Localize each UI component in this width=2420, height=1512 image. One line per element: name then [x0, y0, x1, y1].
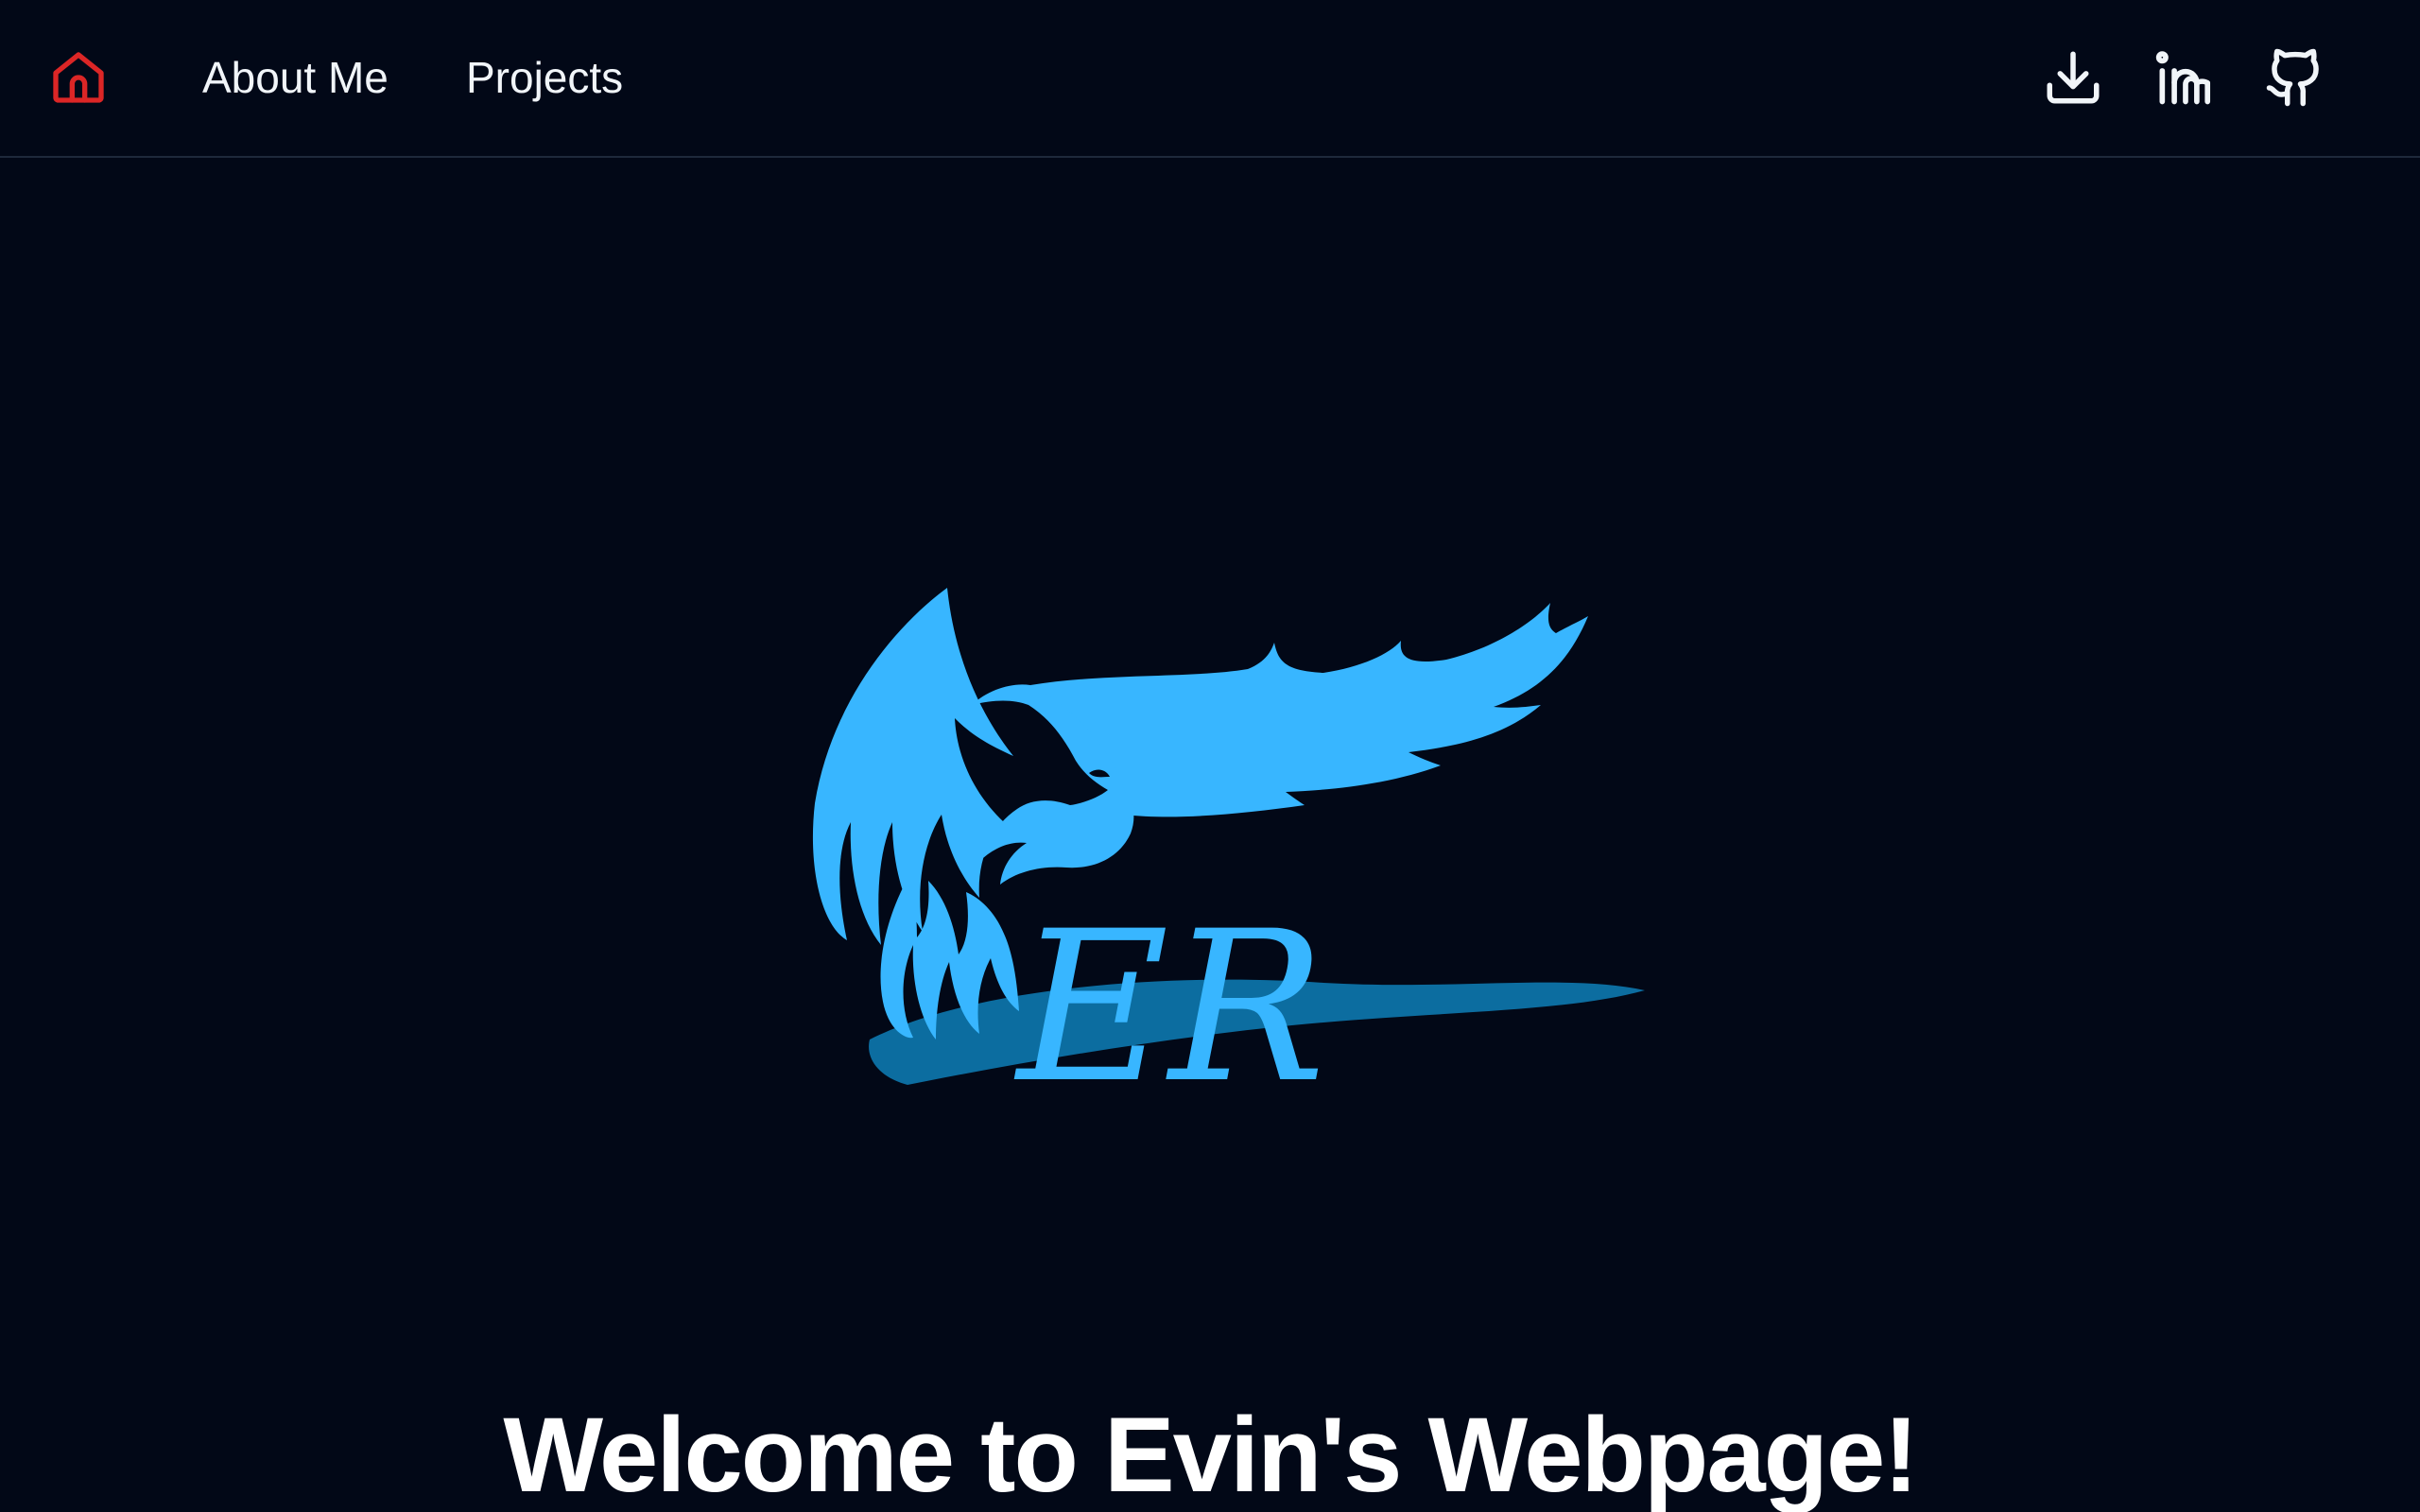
nav-link-projects[interactable]: Projects — [466, 49, 623, 106]
logo-monogram: ER — [1013, 886, 1325, 1115]
page-title: Welcome to Evin's Webpage! — [503, 1396, 1918, 1512]
linkedin-icon — [2155, 51, 2211, 105]
nav-link-about-me[interactable]: About Me — [202, 49, 389, 106]
navbar: About Me Projects — [0, 0, 2420, 158]
download-resume-button[interactable] — [2037, 42, 2109, 113]
home-button[interactable] — [43, 43, 113, 112]
linkedin-button[interactable] — [2148, 42, 2220, 113]
phoenix-logo: ER — [794, 567, 1664, 1128]
home-icon — [53, 52, 104, 103]
logo-left-wing — [812, 588, 1013, 945]
github-icon — [2266, 48, 2319, 107]
download-icon — [2047, 51, 2100, 104]
github-button[interactable] — [2259, 42, 2331, 113]
